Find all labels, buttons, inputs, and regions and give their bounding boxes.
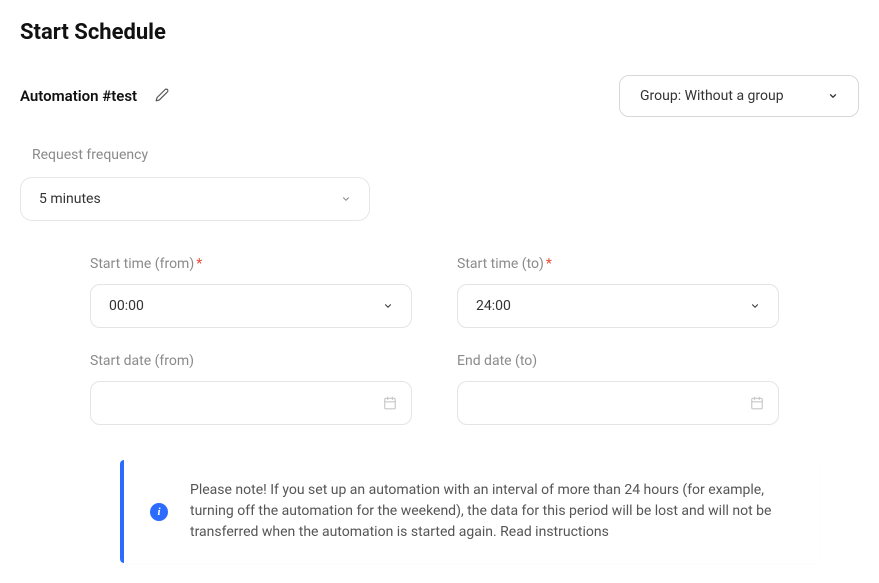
schedule-fields: Start time (from)* 00:00 Start time (to)… (20, 256, 859, 425)
frequency-value: 5 minutes (39, 191, 101, 207)
header-row: Automation #test Group: Without a group (20, 75, 859, 117)
start-time-to-value: 24:00 (476, 298, 511, 314)
start-date-from-label: Start date (from) (90, 353, 412, 369)
automation-name-wrap: Automation #test (20, 87, 169, 106)
start-time-from-label: Start time (from)* (90, 256, 412, 272)
start-time-from-value: 00:00 (109, 298, 144, 314)
start-time-to-select[interactable]: 24:00 (457, 284, 779, 328)
notice-box: i Please note! If you set up an automati… (120, 460, 819, 563)
frequency-label: Request frequency (32, 147, 859, 163)
start-date-from-group: Start date (from) (90, 353, 412, 425)
calendar-icon (750, 396, 764, 410)
frequency-select[interactable]: 5 minutes (20, 177, 370, 221)
start-time-from-select[interactable]: 00:00 (90, 284, 412, 328)
end-date-to-group: End date (to) (457, 353, 779, 425)
edit-name-button[interactable] (155, 87, 169, 106)
automation-name: Automation #test (20, 87, 137, 105)
group-select[interactable]: Group: Without a group (619, 75, 859, 117)
end-date-to-label: End date (to) (457, 353, 779, 369)
notice-text: Please note! If you set up an automation… (190, 480, 793, 543)
chevron-down-icon (383, 301, 393, 311)
start-time-to-group: Start time (to)* 24:00 (457, 256, 779, 328)
end-date-to-input[interactable] (457, 381, 779, 425)
chevron-down-icon (341, 194, 351, 204)
field-label-text: Start time (from) (90, 256, 194, 272)
page-title: Start Schedule (20, 20, 859, 45)
pencil-icon (155, 88, 169, 102)
group-select-value: Group: Without a group (640, 88, 784, 104)
chevron-down-icon (828, 91, 838, 101)
calendar-icon (383, 396, 397, 410)
start-time-to-label: Start time (to)* (457, 256, 779, 272)
start-date-from-input[interactable] (90, 381, 412, 425)
required-mark: * (196, 256, 202, 272)
required-mark: * (546, 256, 552, 272)
chevron-down-icon (750, 301, 760, 311)
field-label-text: Start time (to) (457, 256, 544, 272)
start-time-from-group: Start time (from)* 00:00 (90, 256, 412, 328)
info-icon: i (150, 503, 168, 521)
